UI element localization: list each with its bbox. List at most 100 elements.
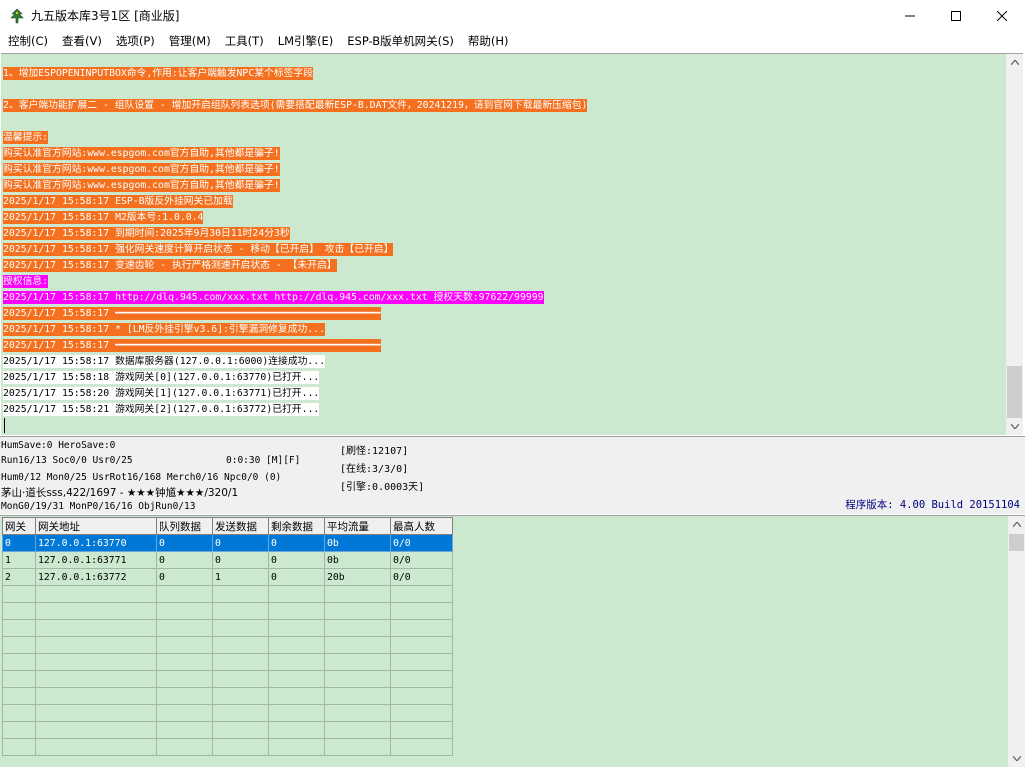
table-cell: 0 xyxy=(156,534,213,552)
table-cell xyxy=(212,670,269,688)
table-cell xyxy=(324,721,391,739)
tree-app-icon xyxy=(10,8,24,23)
online-counter: [在线:3/3/0] xyxy=(340,464,409,475)
log-line-text: 2025/1/17 15:58:17 变速齿轮 - 执行严格测速开启状态 - 【… xyxy=(3,259,337,272)
empty-table-row xyxy=(2,704,453,722)
log-line: 1、增加ESPOPENINPUTBOX命令,作用:让客户端触发NPC某个标签字段 xyxy=(3,66,1005,82)
scroll-down-icon[interactable] xyxy=(1008,750,1025,767)
log-line: 购买认准官方网站:www.espgom.com官方自助,其他都是骗子! xyxy=(3,146,1005,162)
table-cell xyxy=(156,636,213,654)
table-cell: 1 xyxy=(2,551,36,569)
log-scrollbar[interactable] xyxy=(1006,54,1023,435)
col-avg-traffic[interactable]: 平均流量 xyxy=(324,517,391,535)
table-row[interactable]: 0 127.0.0.1:63770 0 0 0 0b 0/0 xyxy=(2,534,453,552)
log-line: 2025/1/17 15:58:20 游戏网关[1](127.0.0.1:637… xyxy=(3,386,1005,402)
log-line-text: 2025/1/17 15:58:17 http://dlq.945.com/xx… xyxy=(3,291,544,304)
empty-table-row xyxy=(2,585,453,603)
save-status: HumSave:0 HeroSave:0 xyxy=(1,440,116,451)
table-cell: 0 xyxy=(212,534,269,552)
table-cell xyxy=(390,687,453,705)
table-cell xyxy=(2,704,36,722)
table-cell xyxy=(212,636,269,654)
menu-view[interactable]: 查看(V) xyxy=(55,32,109,51)
log-line: 2025/1/17 15:58:17 强化网关速度计算开启状态 - 移动【已开启… xyxy=(3,242,1005,258)
table-cell: 0/0 xyxy=(390,568,453,586)
scroll-down-icon[interactable] xyxy=(1006,418,1023,435)
col-gateway[interactable]: 网关 xyxy=(2,517,36,535)
close-button[interactable] xyxy=(979,0,1025,31)
log-line: 2025/1/17 15:58:17 变速齿轮 - 执行严格测速开启状态 - 【… xyxy=(3,258,1005,274)
table-cell xyxy=(212,721,269,739)
menu-tools[interactable]: 工具(T) xyxy=(218,32,271,51)
scroll-up-icon[interactable] xyxy=(1006,54,1023,71)
table-cell: 0 xyxy=(156,568,213,586)
table-cell xyxy=(212,602,269,620)
table-cell xyxy=(212,687,269,705)
menu-espb-gateway[interactable]: ESP-B版单机网关(S) xyxy=(340,32,461,51)
text-caret xyxy=(4,418,5,433)
col-address[interactable]: 网关地址 xyxy=(35,517,157,535)
scroll-thumb[interactable] xyxy=(1009,534,1024,551)
table-row[interactable]: 1 127.0.0.1:63771 0 0 0 0b 0/0 xyxy=(2,551,453,569)
empty-table-row xyxy=(2,602,453,620)
table-cell xyxy=(390,721,453,739)
table-cell xyxy=(156,670,213,688)
table-cell xyxy=(156,687,213,705)
log-line: 2025/1/17 15:58:17 ━━━━━━━━━━━━━━━━━━━━━… xyxy=(3,306,1005,322)
table-cell xyxy=(156,602,213,620)
table-cell: 0 xyxy=(268,568,325,586)
log-line: 2025/1/17 15:58:17 M2版本号:1.0.0.4 xyxy=(3,210,1005,226)
log-line-text: 2025/1/17 15:58:20 游戏网关[1](127.0.0.1:637… xyxy=(3,387,320,400)
table-cell: 1 xyxy=(212,568,269,586)
table-cell xyxy=(35,704,157,722)
table-cell xyxy=(2,636,36,654)
menu-bar: 控制(C) 查看(V) 选项(P) 管理(M) 工具(T) LM引擎(E) ES… xyxy=(0,31,1025,52)
minimize-button[interactable] xyxy=(887,0,933,31)
table-cell xyxy=(35,619,157,637)
table-cell xyxy=(324,687,391,705)
menu-manage[interactable]: 管理(M) xyxy=(162,32,218,51)
run-status: Run16/13 Soc0/0 Usr0/25 xyxy=(1,455,133,466)
table-cell xyxy=(156,619,213,637)
log-line-text: 2025/1/17 15:58:17 数据库服务器(127.0.0.1:6000… xyxy=(3,355,326,368)
menu-help[interactable]: 帮助(H) xyxy=(461,32,516,51)
table-cell: 0b xyxy=(324,534,391,552)
minimize-icon xyxy=(905,15,915,16)
table-cell xyxy=(212,704,269,722)
col-remaining[interactable]: 剩余数据 xyxy=(268,517,325,535)
log-line: 2025/1/17 15:58:17 ━━━━━━━━━━━━━━━━━━━━━… xyxy=(3,338,1005,354)
log-panel[interactable]: 1、增加ESPOPENINPUTBOX命令,作用:让客户端触发NPC某个标签字段… xyxy=(1,53,1023,435)
log-line-text: 2025/1/17 15:58:21 游戏网关[2](127.0.0.1:637… xyxy=(3,403,320,416)
gateway-grid-panel: 网关 网关地址 队列数据 发送数据 剩余数据 平均流量 最高人数 0 127.0.… xyxy=(0,515,1025,767)
grid-scrollbar[interactable] xyxy=(1008,516,1025,767)
table-cell: 20b xyxy=(324,568,391,586)
log-line-text: 2、客户端功能扩展二 - 组队设置 - 增加开启组队列表选项(需要搭配最新ESP… xyxy=(3,99,588,112)
col-max-users[interactable]: 最高人数 xyxy=(390,517,453,535)
table-cell xyxy=(35,738,157,756)
table-cell xyxy=(35,670,157,688)
table-cell xyxy=(324,585,391,603)
col-sent[interactable]: 发送数据 xyxy=(212,517,269,535)
menu-options[interactable]: 选项(P) xyxy=(109,32,162,51)
log-line-text: 授权信息: xyxy=(3,275,49,288)
maximize-button[interactable] xyxy=(933,0,979,31)
table-cell xyxy=(324,619,391,637)
table-cell: 127.0.0.1:63772 xyxy=(35,568,157,586)
table-row[interactable]: 2 127.0.0.1:63772 0 1 0 20b 0/0 xyxy=(2,568,453,586)
log-line: 2025/1/17 15:58:18 游戏网关[0](127.0.0.1:637… xyxy=(3,370,1005,386)
table-cell xyxy=(156,653,213,671)
menu-lm-engine[interactable]: LM引擎(E) xyxy=(271,32,341,51)
col-queue[interactable]: 队列数据 xyxy=(156,517,213,535)
log-line-text: 2025/1/17 15:58:17 ESP-B版反外挂网关已加载 xyxy=(3,195,233,208)
empty-table-row xyxy=(2,687,453,705)
scroll-thumb[interactable] xyxy=(1007,366,1022,418)
gateway-table[interactable]: 网关 网关地址 队列数据 发送数据 剩余数据 平均流量 最高人数 0 127.0.… xyxy=(2,517,453,756)
table-cell xyxy=(390,636,453,654)
scroll-up-icon[interactable] xyxy=(1008,516,1025,533)
table-cell xyxy=(268,602,325,620)
table-cell xyxy=(390,585,453,603)
menu-control[interactable]: 控制(C) xyxy=(1,32,55,51)
log-line: 2025/1/17 15:58:17 ESP-B版反外挂网关已加载 xyxy=(3,194,1005,210)
table-cell xyxy=(324,704,391,722)
table-cell xyxy=(390,670,453,688)
